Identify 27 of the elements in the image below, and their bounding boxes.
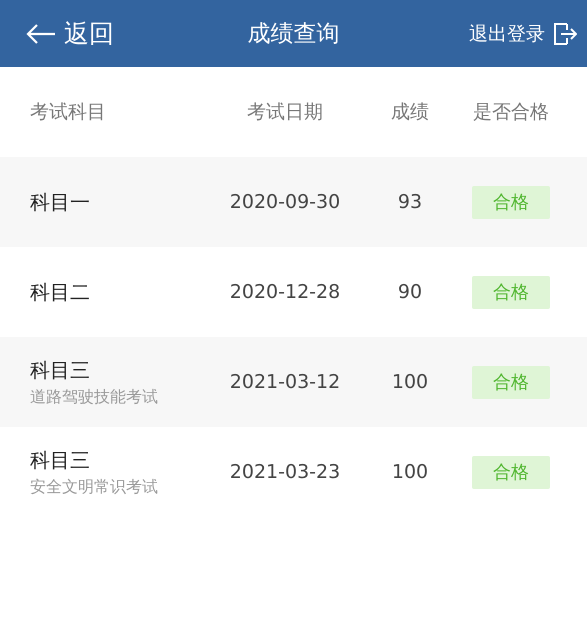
column-header: 考试日期 xyxy=(246,100,324,125)
result-badge: 合格 xyxy=(472,456,550,488)
result-badge: 合格 xyxy=(472,276,550,308)
logout-button[interactable]: 退出登录 xyxy=(469,20,577,46)
date-cell-text: 2020-09-30 xyxy=(228,191,342,213)
date-cell-text: 2021-03-23 xyxy=(228,461,342,483)
score-cell-text: 90 xyxy=(396,281,424,303)
column-header: 考试科目 xyxy=(29,100,107,125)
date-cell-text: 2020-12-28 xyxy=(228,281,342,303)
subject-cell-text: 科目三 xyxy=(30,446,91,474)
subject-cell-text: 科目一 xyxy=(30,188,91,216)
logout-icon xyxy=(553,22,577,44)
back-arrow-icon xyxy=(26,22,56,44)
score-cell-text: 100 xyxy=(390,461,430,483)
score-cell-text: 100 xyxy=(390,371,430,393)
subject-note: 安全文明常识考试 xyxy=(30,476,159,498)
score-cell-text: 93 xyxy=(396,191,424,213)
back-button[interactable]: 返回 xyxy=(26,17,114,50)
column-header: 是否合格 xyxy=(472,100,550,125)
page-title: 成绩查询 xyxy=(246,20,340,49)
subject-cell-text: 科目二 xyxy=(30,278,91,306)
column-header: 成绩 xyxy=(390,100,430,125)
subject-note: 道路驾驶技能考试 xyxy=(30,386,159,408)
result-badge: 合格 xyxy=(472,186,550,218)
result-badge: 合格 xyxy=(472,366,550,398)
subject-cell-text: 科目三 xyxy=(30,356,91,384)
date-cell-text: 2021-03-12 xyxy=(228,371,342,393)
